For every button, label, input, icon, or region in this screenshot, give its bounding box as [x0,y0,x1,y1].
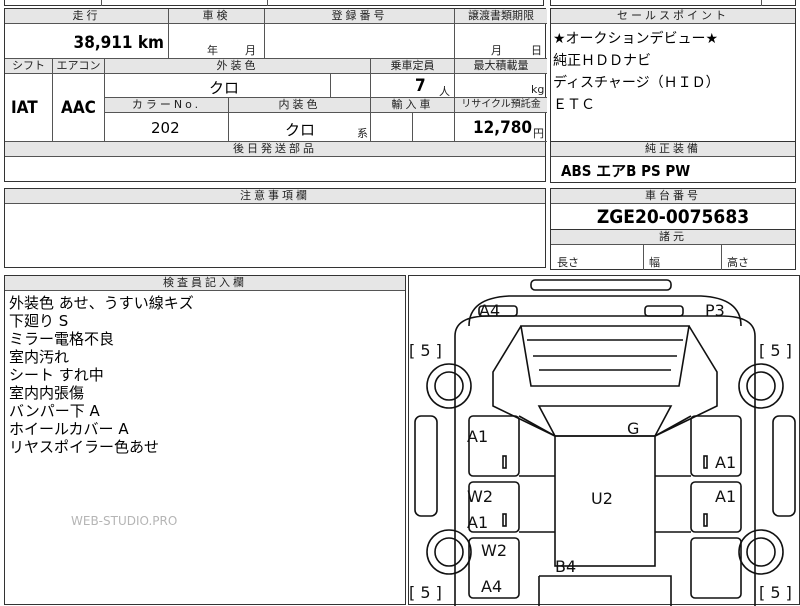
dimensions-panel: 諸元 長さ 幅 高さ [550,229,796,270]
later-parts-label: 後日発送部品 [233,142,317,155]
sales-point-item: ＥＴＣ [553,97,595,113]
inspector-line: 室内汚れ [9,348,70,366]
interior-color-suffix: 系 [357,127,368,140]
tire-mark-fr: [ 5 ] [759,341,792,360]
top-fragment-right [550,0,796,6]
aircon-label: エアコン [56,59,101,72]
chassis-label: 車台番号 [645,189,701,202]
inspector-line: ミラー電格不良 [9,330,115,348]
genuine-equipment-value: ABS エアB PS PW [561,162,691,180]
mark-left-front-door: A1 [467,427,488,446]
transfer-month-unit: 月 [491,44,502,57]
tire-mark-fl: [ 5 ] [409,341,442,360]
mileage-label: 走行 [72,9,101,22]
interior-color-value: クロ [285,121,316,139]
notes-label: 注意事項欄 [240,189,310,202]
top-fragment-row [4,0,544,6]
length-label: 長さ [557,256,579,269]
capacity-label: 乗車定員 [390,59,435,72]
inspector-panel: 検査員記入欄 外装色 あせ、うすい線キズ 下廻り S ミラー電格不良 室内汚れ … [4,275,406,605]
max-load-label: 最大積載量 [473,59,529,72]
height-label: 高さ [727,256,749,269]
chassis-panel: 車台番号 ZGE20-0075683 [550,188,796,230]
inspector-line: シート すれ中 [9,366,104,384]
mark-left-quarter: W2 [481,541,507,560]
capacity-unit: 人 [439,85,450,98]
transfer-deadline-label: 譲渡書類期限 [468,9,534,22]
shaken-month-unit: 月 [245,44,256,57]
color-no-label: カラーNo. [131,98,202,111]
inspector-line: ホイールカバー A [9,420,129,438]
sales-point-item: ディスチャージ（ＨＩＤ） [553,75,720,91]
mark-roof: U2 [591,489,613,508]
shaken-year-unit: 年 [207,44,218,57]
mark-front-right: P3 [705,301,725,320]
aircon-value: AAC [61,98,96,118]
exterior-color-value: クロ [209,79,240,97]
mark-rear: B4 [555,557,576,576]
genuine-equipment-label: 純正装備 [645,142,701,155]
vehicle-info-table: 走行 車検 登録番号 譲渡書類期限 38,911 km 年 月 月 日 シフト … [4,8,547,182]
mark-left-rear: A4 [481,577,502,596]
inspector-line: バンパー下 A [9,402,100,420]
recycle-label: リサイクル預託金 [461,99,541,110]
registration-label: 登録番号 [331,9,388,22]
car-diagram-panel: A4 P3 A1 G A1 W2 U2 A1 A1 W2 A4 B4 [ 5 ]… [408,275,800,606]
mark-left-rear-door: A1 [467,513,488,532]
mark-front-left: A4 [479,301,500,320]
mark-left-rear-window: W2 [467,487,493,506]
tire-mark-rr: [ 5 ] [759,583,792,602]
sales-points-label: セールスポイント [617,9,729,22]
watermark: WEB-STUDIO.PRO [71,514,178,528]
chassis-value: ZGE20-0075683 [596,206,750,228]
shaken-label: 車検 [202,9,231,22]
interior-color-label: 内装色 [278,98,321,111]
inspector-line: 下廻り S [9,312,69,330]
recycle-unit: 円 [533,127,544,140]
mark-glass: G [627,419,639,438]
shift-label: シフト [12,59,45,72]
car-diagram: A4 P3 A1 G A1 W2 U2 A1 A1 W2 A4 B4 [ 5 ]… [409,279,796,606]
sales-points-panel: セールスポイント ★オークションデビュー★ 純正ＨＤＤナビ ディスチャージ（ＨＩ… [550,8,796,142]
capacity-value: 7 [415,76,426,96]
inspector-line: 室内内張傷 [9,384,85,402]
shift-value: IAT [11,98,38,118]
sales-point-item: 純正ＨＤＤナビ [553,53,651,69]
tire-mark-rl: [ 5 ] [409,583,442,602]
sales-point-item: ★オークションデビュー★ [553,31,719,47]
exterior-color-label: 外装色 [216,59,259,72]
import-label: 輸入車 [391,98,434,111]
recycle-value: 12,780 [473,118,533,138]
inspector-label: 検査員記入欄 [163,276,247,289]
mark-right-rear-door: A1 [715,487,736,506]
genuine-equipment-panel: 純正装備 ABS エアB PS PW [550,141,796,183]
mark-right-front-door: A1 [715,453,736,472]
max-load-unit: kg [531,83,545,96]
dimensions-label: 諸元 [659,230,687,243]
inspector-line: リヤスポイラー色あせ [9,438,160,456]
mileage-value: 38,911 km [73,33,164,53]
width-label: 幅 [649,256,660,269]
transfer-day-unit: 日 [531,44,542,57]
color-no-value: 202 [151,119,180,137]
notes-panel: 注意事項欄 [4,188,546,268]
inspector-line: 外装色 あせ、うすい線キズ [9,294,194,312]
